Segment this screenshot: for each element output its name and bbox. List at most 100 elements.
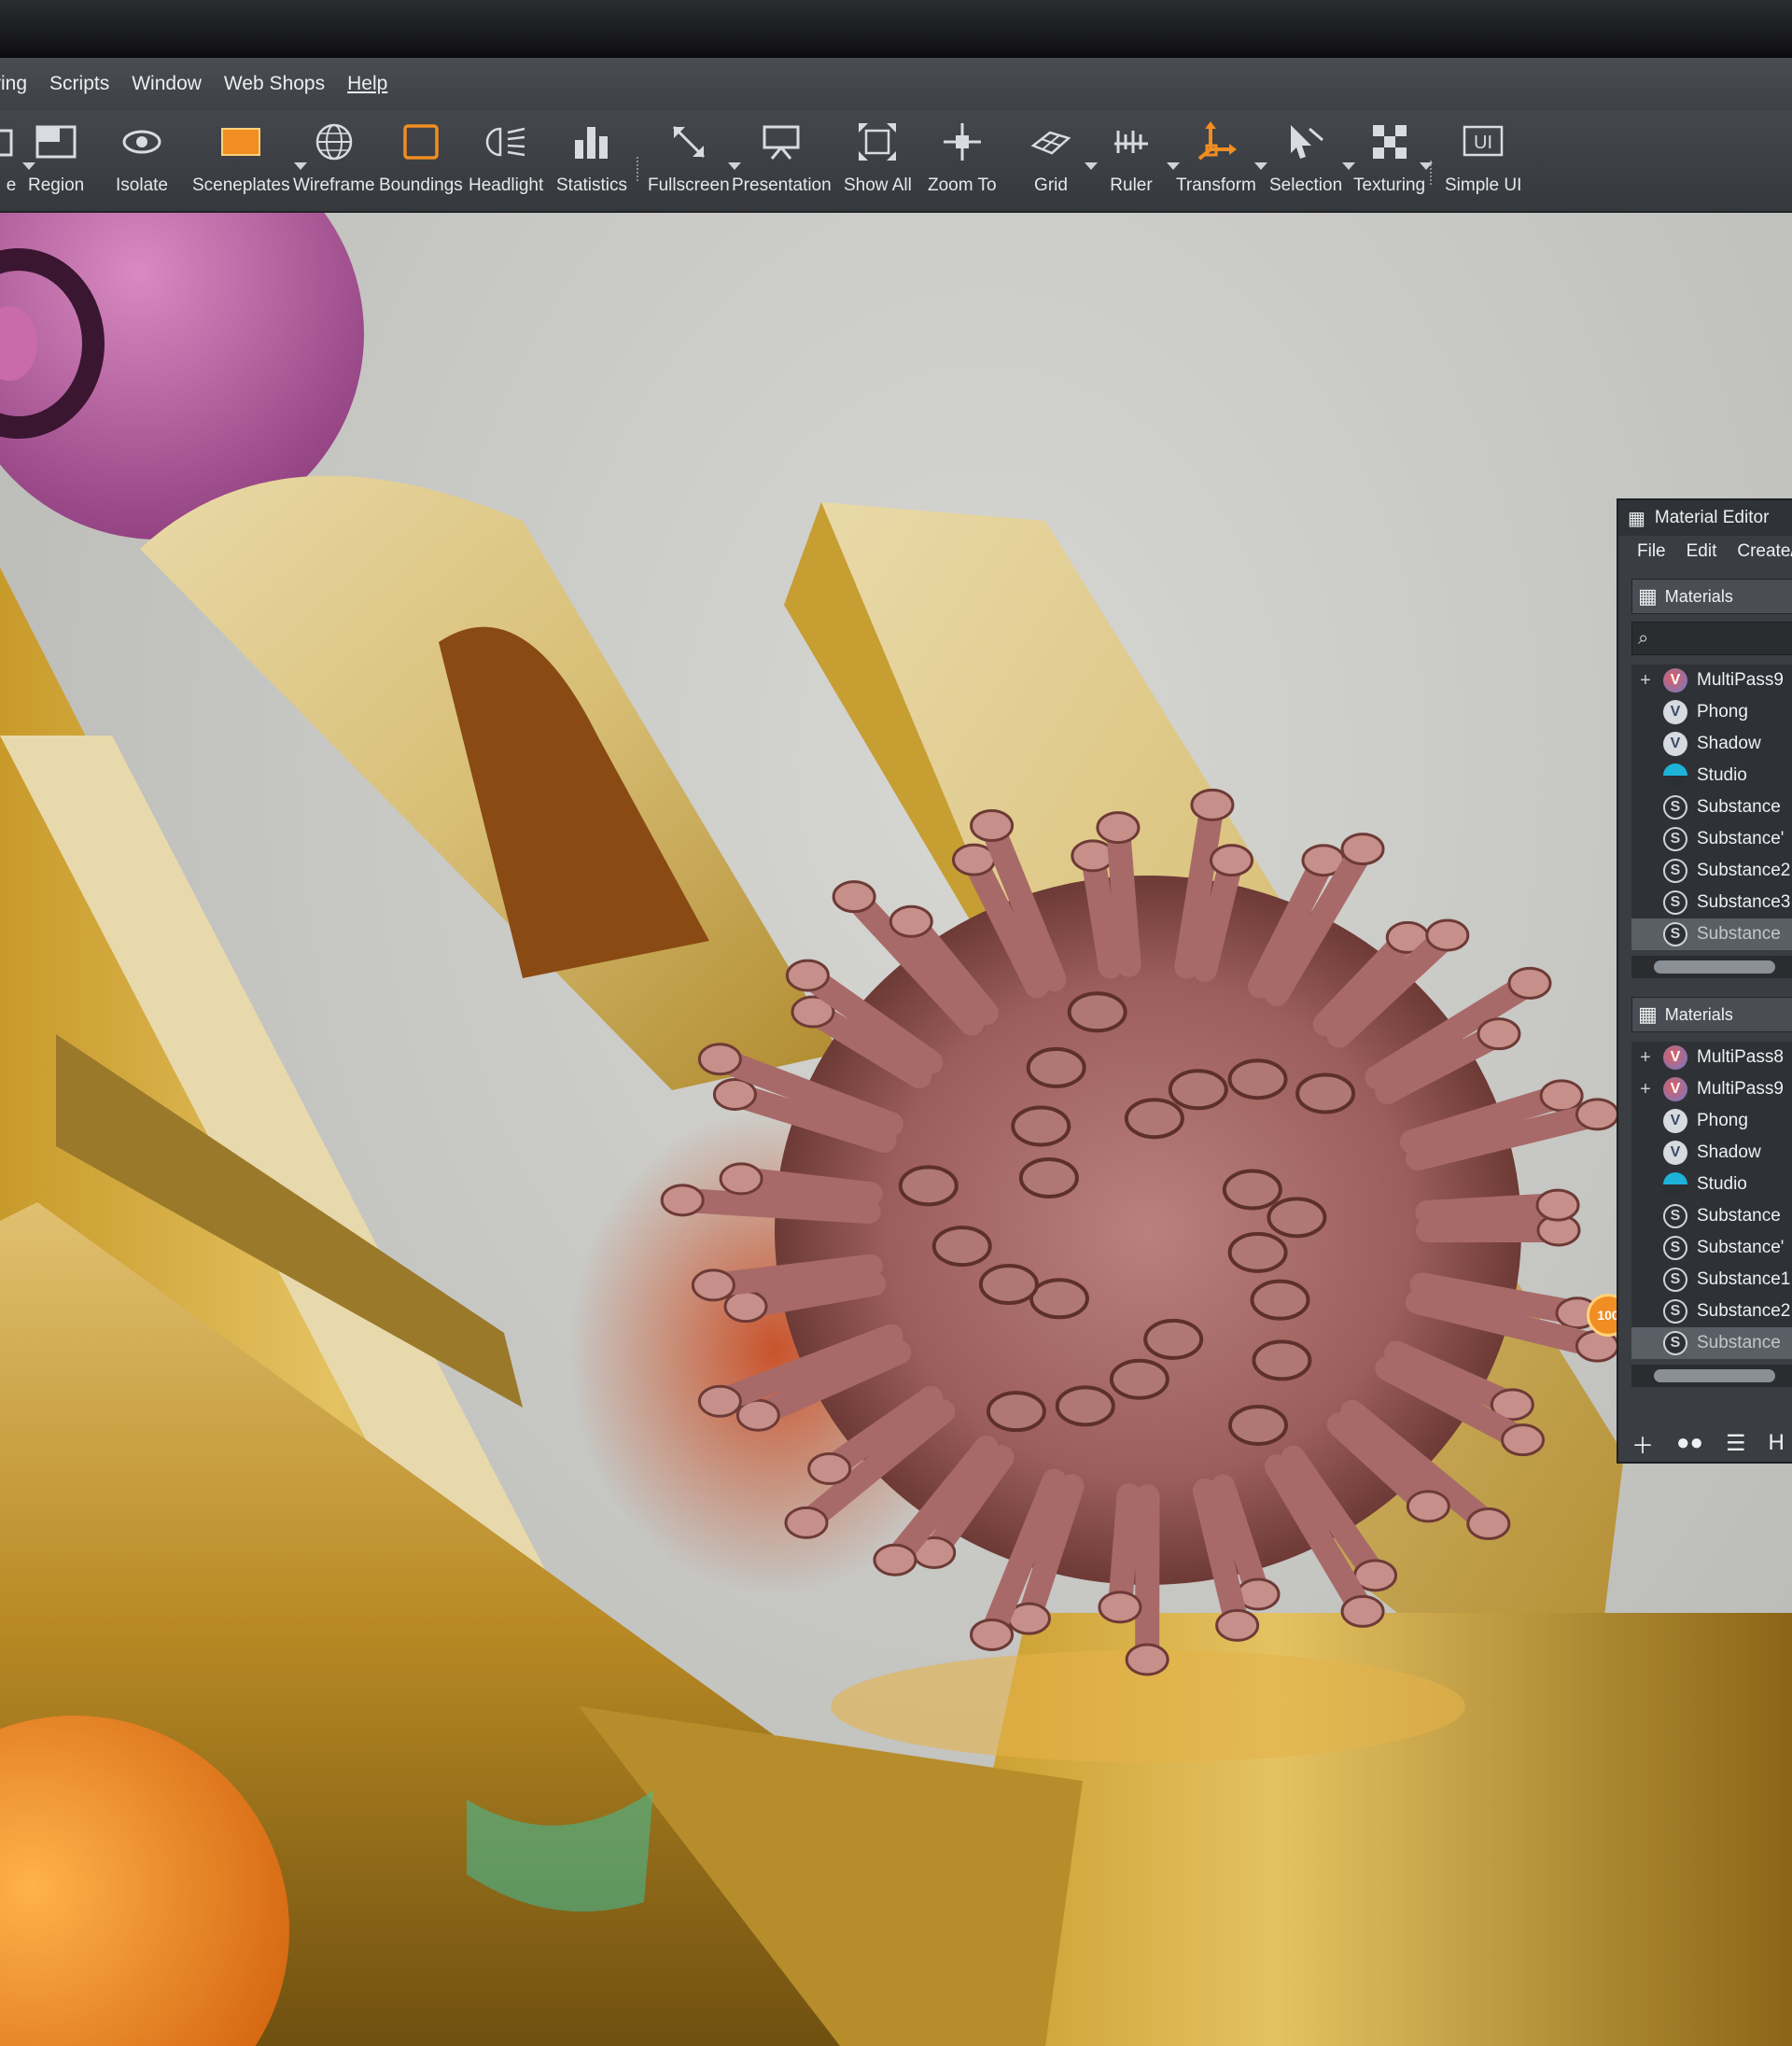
material-editor-bottom-bar: ＋ ●● ☰ H bbox=[1618, 1424, 1792, 1462]
material-list-item[interactable]: V Shadow bbox=[1631, 1137, 1792, 1169]
tool-boundings[interactable]: Boundings bbox=[379, 114, 463, 207]
virus-spike-tip bbox=[1143, 1318, 1204, 1360]
tool-zoom-to[interactable]: Zoom To bbox=[928, 114, 997, 207]
material-list-item[interactable]: S Substance' bbox=[1631, 1232, 1792, 1264]
material-list-item[interactable]: V Phong bbox=[1631, 696, 1792, 728]
tool-simple-ui[interactable]: UI Simple UI bbox=[1445, 114, 1521, 207]
virus-spike-tip bbox=[889, 904, 933, 938]
material-list-item[interactable]: Studio bbox=[1631, 760, 1792, 792]
spheres-icon[interactable]: ●● bbox=[1676, 1430, 1703, 1456]
material-list-item[interactable]: V Phong bbox=[1631, 1105, 1792, 1137]
v-material-icon: V bbox=[1663, 1141, 1687, 1165]
bounding-box-icon bbox=[397, 118, 445, 166]
material-list-item[interactable]: + V MultiPass9 bbox=[1631, 1073, 1792, 1105]
tool-headlight[interactable]: Headlight bbox=[469, 114, 543, 207]
material-list-item[interactable]: S Substance bbox=[1631, 1327, 1792, 1359]
horizontal-scrollbar-1[interactable] bbox=[1631, 956, 1792, 978]
material-list-item[interactable]: S Substance1 bbox=[1631, 1264, 1792, 1296]
substance-material-icon: S bbox=[1663, 922, 1687, 946]
tool-transform[interactable]: Transform bbox=[1176, 114, 1267, 207]
menu-rendering[interactable]: ring bbox=[0, 73, 38, 95]
tool-fullscreen[interactable]: Fullscreen bbox=[648, 114, 741, 207]
virus-spike-tip bbox=[660, 1184, 705, 1217]
tool-grid[interactable]: Grid bbox=[1027, 114, 1098, 207]
menu-edit[interactable]: Edit bbox=[1687, 541, 1717, 562]
virus-spike-tip bbox=[1267, 1197, 1327, 1239]
tool-statistics[interactable]: Statistics bbox=[556, 114, 627, 207]
virus-spike-tip bbox=[1018, 1156, 1079, 1198]
material-editor-menu: File Edit Create/C bbox=[1618, 536, 1792, 568]
materials-dropdown-1[interactable]: ▦ Materials ▼ bbox=[1631, 579, 1792, 614]
material-list-item[interactable]: + V MultiPass8 bbox=[1631, 1042, 1792, 1073]
material-list-item[interactable]: S Substance bbox=[1631, 792, 1792, 823]
materials-search-input[interactable]: ⌕ ▼ bbox=[1631, 622, 1792, 655]
material-list-item[interactable]: V Shadow bbox=[1631, 728, 1792, 760]
substance-material-icon: S bbox=[1663, 1299, 1687, 1324]
search-icon: ⌕ bbox=[1638, 627, 1649, 649]
list-icon[interactable]: ☰ bbox=[1726, 1430, 1746, 1457]
virus-spike-tip bbox=[898, 1165, 959, 1207]
tool-region[interactable]: Region bbox=[28, 114, 84, 207]
grid-icon bbox=[1027, 118, 1075, 166]
transform-icon bbox=[1192, 118, 1240, 166]
material-list-item[interactable]: S Substance' bbox=[1631, 823, 1792, 855]
expand-icon[interactable]: + bbox=[1637, 670, 1654, 692]
menu-web-shops[interactable]: Web Shops bbox=[213, 73, 336, 95]
virus-spike-tip bbox=[712, 1078, 757, 1112]
menu-file[interactable]: File bbox=[1637, 541, 1666, 562]
horizontal-scrollbar-2[interactable] bbox=[1631, 1365, 1792, 1387]
virus-spike-tip bbox=[1096, 811, 1141, 845]
virus-spike-tip bbox=[986, 1391, 1046, 1433]
tool-show-all[interactable]: Show All bbox=[844, 114, 912, 207]
menu-help[interactable]: Help bbox=[336, 73, 399, 95]
tool-isolate[interactable]: Isolate bbox=[116, 114, 168, 207]
v-material-icon: V bbox=[1663, 1109, 1687, 1133]
bar-chart-icon bbox=[567, 118, 616, 166]
material-list-item[interactable]: S Substance bbox=[1631, 1200, 1792, 1232]
menu-scripts[interactable]: Scripts bbox=[38, 73, 120, 95]
material-name: Studio bbox=[1697, 765, 1747, 785]
virus-spike-tip bbox=[1071, 839, 1115, 873]
material-list-item[interactable]: Studio bbox=[1631, 1169, 1792, 1200]
more-button[interactable]: H bbox=[1769, 1430, 1785, 1456]
tool-wireframe[interactable]: Wireframe bbox=[293, 114, 375, 207]
material-list-item[interactable]: + V MultiPass9 bbox=[1631, 665, 1792, 696]
virus-spike-tip bbox=[1406, 1490, 1450, 1523]
studio-material-icon bbox=[1663, 1172, 1687, 1197]
virus-spike-tip bbox=[978, 1264, 1039, 1306]
menu-create[interactable]: Create/C bbox=[1737, 541, 1792, 562]
virus-spike-tip bbox=[1067, 991, 1127, 1033]
virus-spike-tip bbox=[832, 880, 876, 914]
tool-selection[interactable]: Selection bbox=[1269, 114, 1356, 207]
virus-spike-tip bbox=[970, 1618, 1015, 1651]
material-list-item[interactable]: S Substance2 bbox=[1631, 1296, 1792, 1327]
material-editor-titlebar[interactable]: ▦ Material Editor bbox=[1618, 500, 1792, 536]
expand-icon[interactable]: + bbox=[1637, 1047, 1654, 1069]
add-icon[interactable]: ＋ bbox=[1631, 1427, 1654, 1460]
toolbar-separator bbox=[1430, 161, 1435, 185]
materials-dropdown-2[interactable]: ▦ Materials ▼ bbox=[1631, 997, 1792, 1032]
material-list-item[interactable]: S Substance bbox=[1631, 918, 1792, 950]
material-name: Phong bbox=[1697, 1111, 1748, 1130]
material-list-item[interactable]: S Substance3 bbox=[1631, 887, 1792, 918]
virus-spike-tip bbox=[931, 1226, 992, 1268]
multipass-material-icon: V bbox=[1663, 1045, 1687, 1070]
3d-viewport[interactable]: 100 ▦ Material Editor File Edit Create/C… bbox=[0, 213, 1792, 2046]
materials-grid-icon: ▦ bbox=[1638, 1002, 1658, 1026]
expand-icon[interactable]: + bbox=[1637, 1079, 1654, 1100]
virus-spike-tip bbox=[1295, 1072, 1356, 1114]
tool-sceneplates[interactable]: Sceneplates bbox=[192, 114, 307, 207]
tool-presentation[interactable]: Presentation bbox=[732, 114, 832, 207]
virus-spike-tip bbox=[1501, 1423, 1546, 1457]
menu-window[interactable]: Window bbox=[120, 73, 213, 95]
virus-spike-tip bbox=[1250, 1279, 1310, 1321]
virus-spike-tip bbox=[1011, 1105, 1071, 1147]
material-name: Substance bbox=[1697, 1206, 1781, 1226]
material-list-item[interactable]: S Substance2 bbox=[1631, 855, 1792, 887]
v-material-icon: V bbox=[1663, 732, 1687, 756]
tool-texturing[interactable]: Texturing bbox=[1353, 114, 1434, 207]
tool-ruler[interactable]: Ruler bbox=[1107, 114, 1180, 207]
virus-spike-tip bbox=[1539, 1079, 1584, 1113]
show-all-icon bbox=[853, 118, 902, 166]
virus-spike-tip bbox=[1215, 1608, 1260, 1642]
